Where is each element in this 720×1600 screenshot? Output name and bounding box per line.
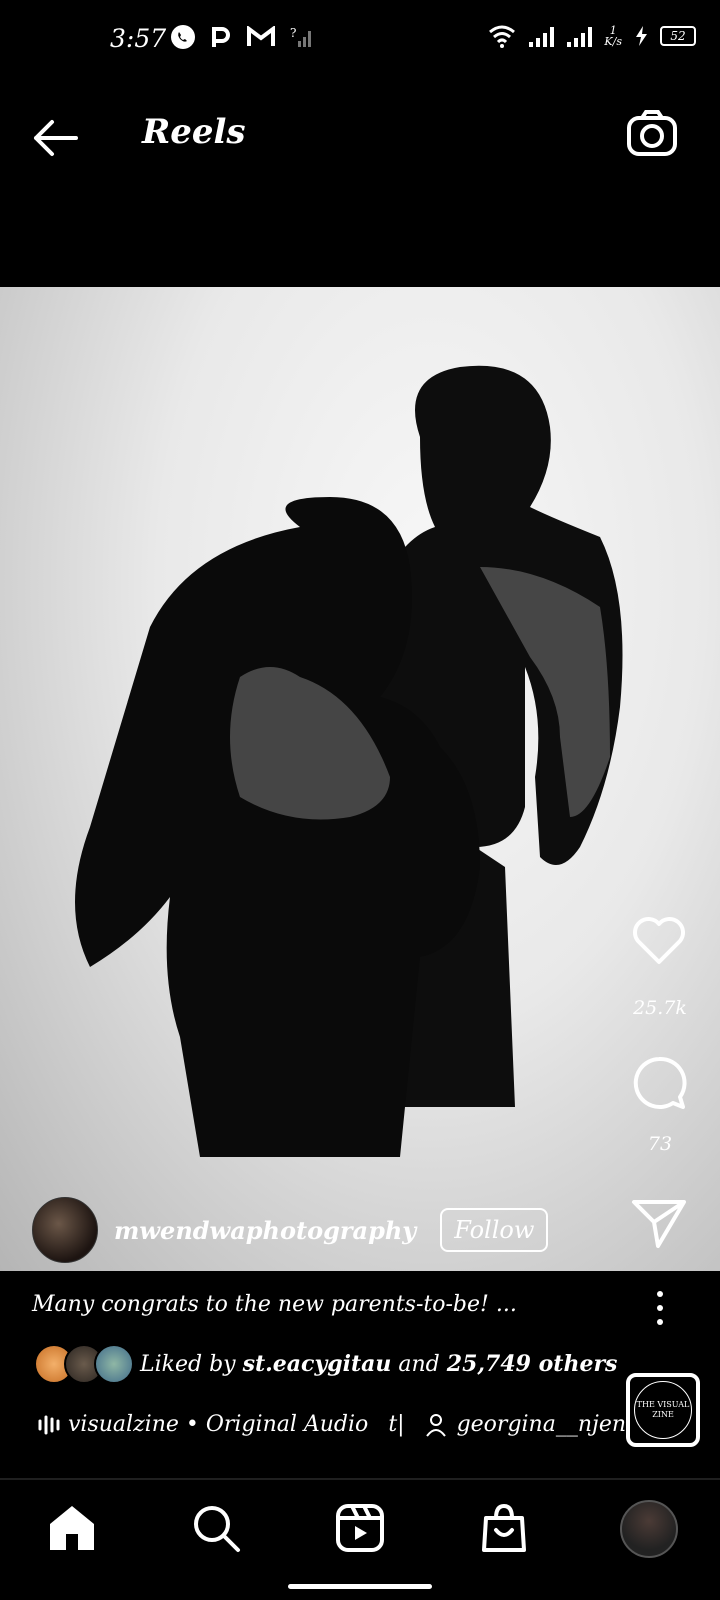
nav-shop[interactable] [476, 1500, 532, 1556]
likes-count: 25.7k [633, 997, 687, 1019]
audio-thumbnail-logo: THE VISUAL ZINE [634, 1381, 692, 1439]
status-time: 3:57 [110, 24, 167, 53]
like-button[interactable] [630, 912, 688, 970]
liked-by-others[interactable]: 25,749 others [447, 1351, 618, 1377]
camera-icon [627, 110, 677, 156]
audio-thumbnail[interactable]: THE VISUAL ZINE [626, 1373, 700, 1447]
net-speed-unit: K/s [604, 35, 622, 48]
svg-text:?: ? [290, 26, 296, 40]
liked-by-prefix: Liked by [140, 1351, 236, 1377]
reels-icon [336, 1504, 384, 1552]
nav-profile-avatar[interactable] [620, 1500, 678, 1558]
nav-home[interactable] [44, 1500, 100, 1556]
author-row: mwendwaphotography Follow [32, 1197, 549, 1263]
audio-label[interactable]: visualzine • Original Audio [68, 1412, 368, 1437]
notification-icons: ? [170, 24, 314, 50]
shop-icon [482, 1503, 526, 1552]
audio-separator: t| [388, 1412, 405, 1437]
arrow-left-icon [34, 120, 78, 156]
comments-count: 73 [647, 1133, 673, 1155]
signal-icon-2 [567, 27, 593, 47]
wifi-icon [489, 25, 516, 48]
liker-avatars [34, 1344, 134, 1384]
net-speed: 1 K/s [604, 25, 622, 47]
liked-by-row[interactable]: Liked by st.eacygitau and 25,749 others [34, 1344, 617, 1384]
whatsapp-icon [171, 25, 195, 49]
person-icon [425, 1413, 446, 1437]
share-button[interactable] [630, 1194, 688, 1252]
nav-reels[interactable] [332, 1500, 388, 1556]
more-vertical-icon [657, 1291, 663, 1325]
home-indicator[interactable] [288, 1584, 432, 1589]
status-bar: 3:57 ? 1 K/s 52 [0, 0, 720, 80]
camera-button[interactable] [624, 106, 680, 162]
reel-caption[interactable]: Many congrats to the new parents-to-be! … [32, 1292, 517, 1317]
home-icon [50, 1506, 94, 1550]
tagged-user[interactable]: georgina__njenga [457, 1412, 654, 1437]
liker-avatar [94, 1344, 134, 1384]
search-icon [194, 1506, 240, 1552]
audio-row[interactable]: visualzine • Original Audio t| georgina_… [38, 1412, 653, 1437]
signal-icon [529, 27, 555, 47]
liked-by-middle: and [398, 1351, 440, 1377]
liked-by-user[interactable]: st.eacygitau [243, 1351, 392, 1377]
heart-icon [633, 917, 685, 964]
follow-button[interactable]: Follow [440, 1208, 549, 1252]
battery-icon: 52 [660, 26, 696, 46]
mobile-data-icon: ? [290, 26, 311, 47]
back-button[interactable] [30, 112, 82, 164]
nav-search[interactable] [188, 1500, 244, 1556]
reel-image-silhouette [75, 365, 623, 1157]
gmail-icon [247, 26, 275, 46]
bottom-nav [0, 1480, 720, 1580]
more-options-button[interactable] [648, 1290, 672, 1326]
page-title: Reels [142, 112, 246, 152]
audio-bars-icon [38, 1415, 60, 1434]
author-username[interactable]: mwendwaphotography [114, 1216, 416, 1245]
charging-icon [636, 26, 647, 46]
comment-icon [633, 1056, 687, 1109]
reel-video[interactable] [0, 287, 720, 1271]
comment-button[interactable] [630, 1054, 688, 1112]
send-icon [632, 1200, 686, 1248]
p-app-icon [212, 27, 230, 47]
system-icons: 1 K/s 52 [488, 24, 696, 48]
author-avatar[interactable] [32, 1197, 98, 1263]
